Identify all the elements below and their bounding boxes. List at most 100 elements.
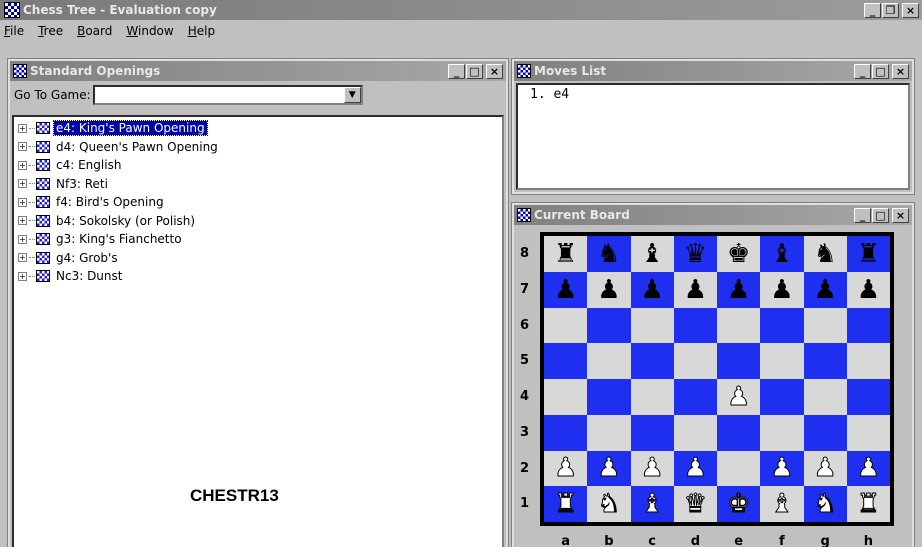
square-f4[interactable]: [760, 379, 804, 415]
square-g4[interactable]: [803, 379, 847, 415]
white-queen-icon[interactable]: ♛: [683, 491, 707, 518]
close-button[interactable]: ×: [892, 63, 909, 79]
white-bishop-icon[interactable]: ♝: [770, 491, 794, 518]
square-f1[interactable]: ♝: [760, 486, 804, 522]
square-d7[interactable]: ♟: [673, 271, 717, 308]
square-c7[interactable]: ♟: [630, 271, 674, 308]
white-pawn-icon[interactable]: ♟: [726, 383, 750, 410]
square-h4[interactable]: [846, 379, 890, 415]
expand-icon[interactable]: +: [18, 123, 27, 133]
square-b2[interactable]: ♟: [587, 450, 631, 487]
square-g2[interactable]: ♟: [803, 450, 847, 487]
menu-window[interactable]: Window: [126, 24, 173, 38]
white-pawn-icon[interactable]: ♟: [683, 455, 707, 482]
square-a8[interactable]: ♜: [544, 236, 588, 272]
square-a4[interactable]: [544, 379, 588, 415]
moves-list[interactable]: 1. e4: [516, 83, 910, 190]
white-pawn-icon[interactable]: ♟: [597, 455, 621, 482]
white-pawn-icon[interactable]: ♟: [553, 455, 577, 482]
minimize-button[interactable]: _: [854, 63, 871, 79]
window-icon[interactable]: [517, 208, 531, 222]
black-pawn-icon[interactable]: ♟: [554, 277, 577, 303]
white-pawn-icon[interactable]: ♟: [813, 455, 837, 482]
expand-icon[interactable]: +: [18, 142, 27, 152]
square-d1[interactable]: ♛: [673, 486, 717, 522]
square-g8[interactable]: ♞: [803, 236, 847, 272]
board-titlebar[interactable]: Current Board _ □ ×: [514, 205, 912, 225]
white-bishop-icon[interactable]: ♝: [640, 491, 664, 518]
square-e6[interactable]: [717, 307, 761, 344]
black-pawn-icon[interactable]: ♟: [684, 277, 707, 303]
square-e7[interactable]: ♟: [717, 271, 761, 308]
square-h2[interactable]: ♟: [846, 450, 890, 487]
black-bishop-icon[interactable]: ♝: [770, 241, 793, 267]
black-pawn-icon[interactable]: ♟: [640, 277, 663, 303]
square-g3[interactable]: [803, 414, 847, 451]
square-h5[interactable]: [846, 343, 890, 379]
square-g7[interactable]: ♟: [803, 271, 847, 308]
square-a2[interactable]: ♟: [544, 450, 588, 487]
maximize-button[interactable]: □: [872, 63, 889, 79]
square-f8[interactable]: ♝: [760, 236, 804, 272]
tree-item[interactable]: + g4: Grob's: [14, 249, 502, 268]
chevron-down-icon[interactable]: ▼: [343, 87, 361, 103]
square-c8[interactable]: ♝: [630, 236, 674, 272]
expand-icon[interactable]: +: [18, 216, 27, 226]
black-rook-icon[interactable]: ♜: [554, 241, 577, 267]
square-a7[interactable]: ♟: [544, 271, 588, 308]
tree-item[interactable]: + g3: King's Fianchetto: [14, 230, 502, 249]
black-bishop-icon[interactable]: ♝: [640, 241, 663, 267]
square-d6[interactable]: [673, 307, 717, 344]
square-b6[interactable]: [587, 307, 631, 344]
expand-icon[interactable]: +: [18, 234, 27, 244]
tree-item[interactable]: + d4: Queen's Pawn Opening: [14, 138, 502, 157]
white-pawn-icon[interactable]: ♟: [770, 455, 794, 482]
square-f3[interactable]: [760, 414, 804, 451]
menu-board[interactable]: Board: [77, 24, 112, 38]
black-pawn-icon[interactable]: ♟: [813, 277, 836, 303]
square-b1[interactable]: ♞: [587, 486, 631, 522]
square-b3[interactable]: [587, 414, 631, 451]
square-f5[interactable]: [760, 343, 804, 379]
black-queen-icon[interactable]: ♛: [684, 241, 707, 267]
square-d4[interactable]: [673, 379, 717, 415]
app-titlebar[interactable]: Chess Tree - Evaluation copy _ ❐ ×: [0, 0, 922, 20]
white-knight-icon[interactable]: ♞: [813, 491, 837, 518]
square-c2[interactable]: ♟: [630, 450, 674, 487]
square-b5[interactable]: [587, 343, 631, 379]
square-e1[interactable]: ♚: [717, 486, 761, 522]
square-a1[interactable]: ♜: [544, 486, 588, 522]
white-rook-icon[interactable]: ♜: [856, 491, 880, 518]
goto-game-dropdown[interactable]: ▼: [92, 85, 363, 105]
square-d8[interactable]: ♛: [673, 236, 717, 272]
white-knight-icon[interactable]: ♞: [597, 491, 621, 518]
square-d5[interactable]: [673, 343, 717, 379]
square-c6[interactable]: [630, 307, 674, 344]
square-a6[interactable]: [544, 307, 588, 344]
window-icon[interactable]: [13, 64, 27, 78]
square-h3[interactable]: [846, 414, 890, 451]
menu-help[interactable]: Help: [188, 24, 215, 38]
close-button[interactable]: ×: [902, 2, 919, 18]
tree-item[interactable]: + b4: Sokolsky (or Polish): [14, 212, 502, 231]
tree-item[interactable]: + Nc3: Dunst: [14, 267, 502, 286]
square-g1[interactable]: ♞: [803, 486, 847, 522]
tree-item[interactable]: + e4: King's Pawn Opening: [14, 119, 502, 138]
minimize-button[interactable]: _: [448, 63, 465, 79]
square-b4[interactable]: [587, 379, 631, 415]
square-h7[interactable]: ♟: [846, 271, 890, 308]
moves-titlebar[interactable]: Moves List _ □ ×: [514, 61, 912, 81]
square-c3[interactable]: [630, 414, 674, 451]
square-g5[interactable]: [803, 343, 847, 379]
restore-button[interactable]: ❐: [882, 2, 899, 18]
square-c1[interactable]: ♝: [630, 486, 674, 522]
square-g6[interactable]: [803, 307, 847, 344]
square-h8[interactable]: ♜: [846, 236, 890, 272]
white-king-icon[interactable]: ♚: [726, 491, 750, 518]
openings-tree[interactable]: + e4: King's Pawn Opening + d4: Queen's Paw…: [12, 115, 504, 547]
square-b7[interactable]: ♟: [587, 271, 631, 308]
square-d2[interactable]: ♟: [673, 450, 717, 487]
square-h6[interactable]: [846, 307, 890, 344]
expand-icon[interactable]: +: [18, 160, 27, 170]
tree-item[interactable]: + c4: English: [14, 156, 502, 175]
